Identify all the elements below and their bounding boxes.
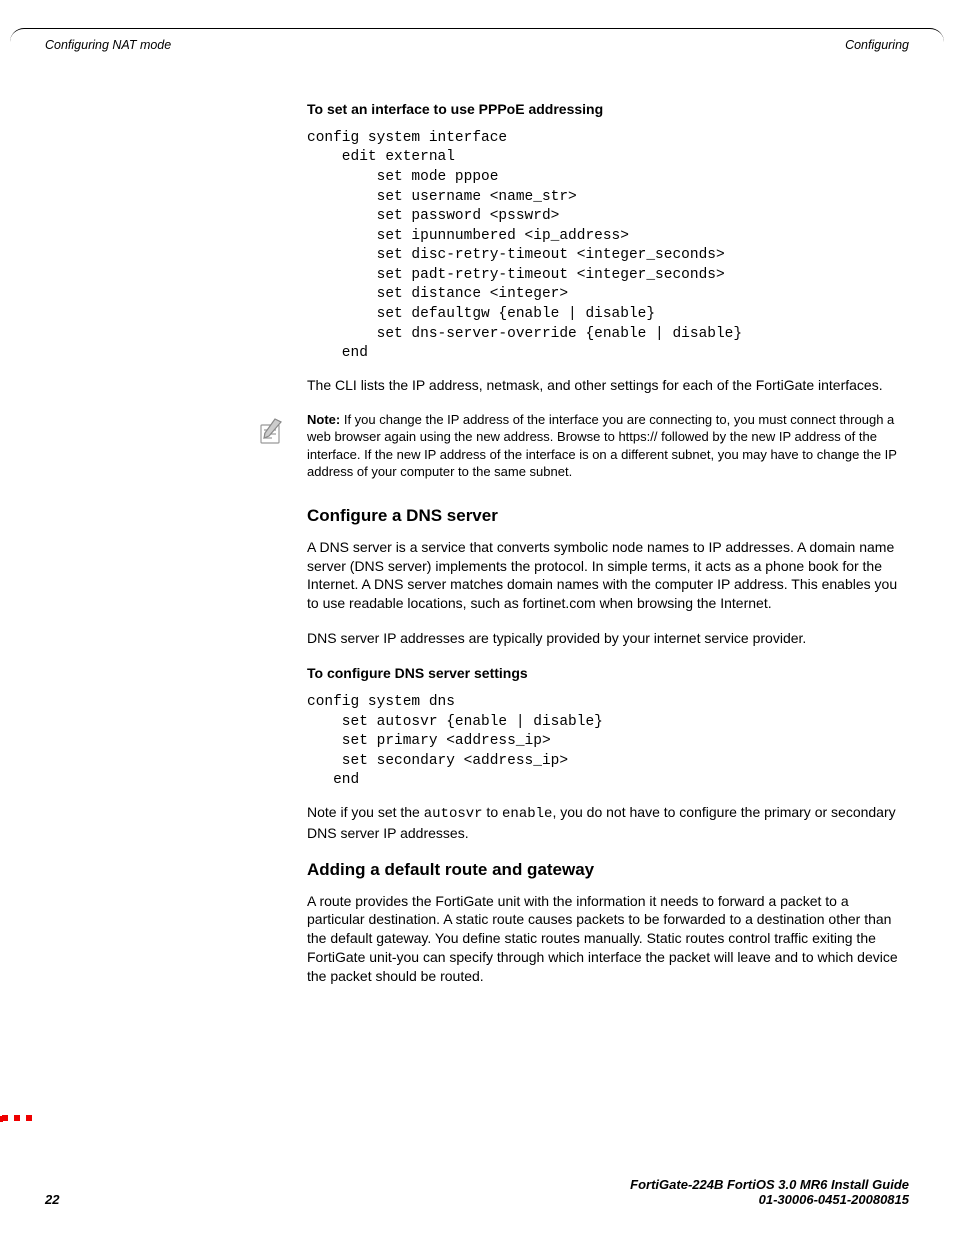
pppoe-code-block: config system interface edit external se… (307, 129, 909, 364)
note-icon (253, 413, 289, 449)
dns-paragraph-1: A DNS server is a service that converts … (307, 538, 909, 614)
footer-line-2: 01-30006-0451-20080815 (630, 1192, 909, 1207)
note-text: Note: If you change the IP address of th… (307, 411, 909, 481)
footer-right: FortiGate-224B FortiOS 3.0 MR6 Install G… (630, 1177, 909, 1207)
dns-after-mid: to (483, 804, 502, 820)
dns-subhead: To configure DNS server settings (307, 664, 909, 683)
footer-line-1: FortiGate-224B FortiOS 3.0 MR6 Install G… (630, 1177, 909, 1192)
route-heading: Adding a default route and gateway (307, 859, 909, 882)
page-number: 22 (45, 1192, 59, 1207)
pppoe-subhead: To set an interface to use PPPoE address… (307, 100, 909, 119)
note-block: Note: If you change the IP address of th… (307, 411, 909, 481)
dns-inline-code-autosvr: autosvr (424, 806, 483, 822)
logo-dots-icon (0, 1115, 41, 1123)
dns-code-block: config system dns set autosvr {enable | … (307, 693, 909, 791)
dns-heading: Configure a DNS server (307, 505, 909, 528)
dns-paragraph-2: DNS server IP addresses are typically pr… (307, 629, 909, 648)
page-footer: 22 FortiGate-224B FortiOS 3.0 MR6 Instal… (45, 1177, 909, 1207)
page-frame-border (10, 28, 944, 58)
dns-after-paragraph: Note if you set the autosvr to enable, y… (307, 803, 909, 843)
fortinet-logo: FRTINET. (0, 985, 45, 1145)
main-content: To set an interface to use PPPoE address… (307, 100, 909, 986)
pppoe-after-paragraph: The CLI lists the IP address, netmask, a… (307, 376, 909, 395)
note-prefix: Note: (307, 412, 340, 427)
dns-inline-code-enable: enable (502, 806, 552, 822)
note-body: If you change the IP address of the inte… (307, 412, 897, 480)
route-paragraph-1: A route provides the FortiGate unit with… (307, 892, 909, 986)
dns-after-pre: Note if you set the (307, 804, 424, 820)
